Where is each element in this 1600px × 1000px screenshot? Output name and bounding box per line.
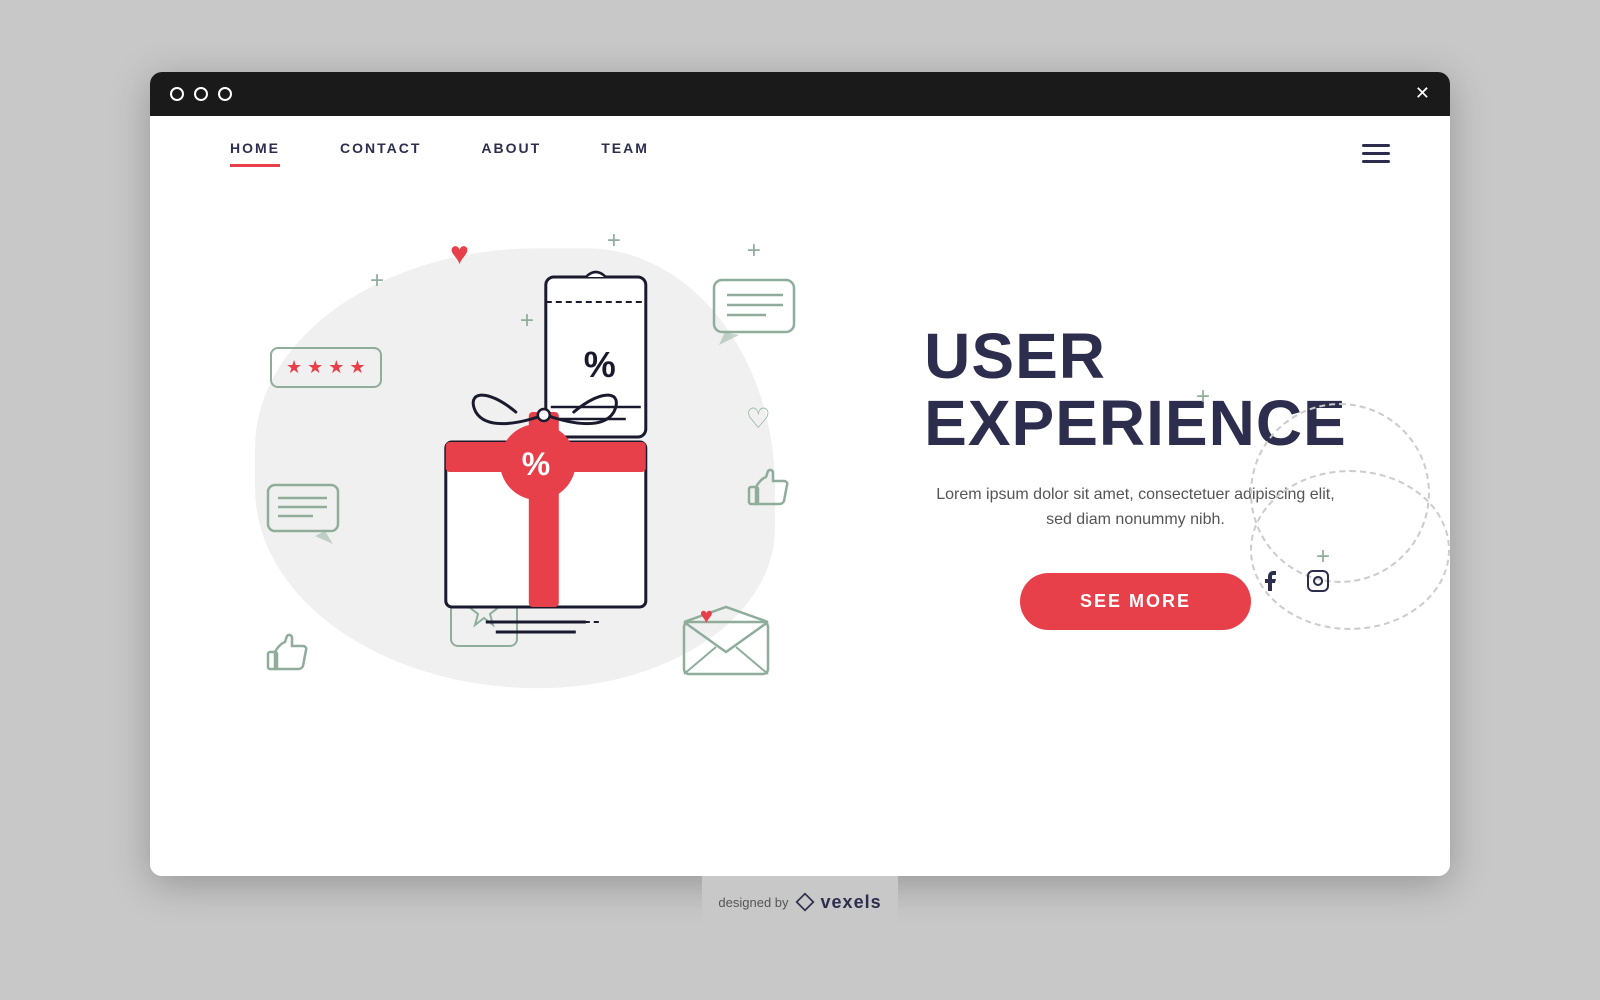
star-2: ★ (307, 357, 323, 378)
nav-about[interactable]: ABOUT (481, 140, 541, 167)
plus-icon-3: + (607, 227, 621, 255)
svg-text:%: % (522, 446, 550, 482)
chat-bubble-left (265, 482, 345, 552)
dashed-circle-bottom (1250, 470, 1450, 630)
hamburger-menu-icon[interactable] (1362, 144, 1390, 163)
main-section: ♥ + + + + + ★ ★ ★ ★ (150, 167, 1450, 807)
hamburger-line-3 (1362, 160, 1390, 163)
hamburger-line-1 (1362, 144, 1390, 147)
plus-icon-5: + (747, 237, 761, 265)
see-more-button[interactable]: SEE MORE (1020, 573, 1251, 630)
close-icon[interactable]: ✕ (1415, 83, 1430, 104)
browser-dot-3 (218, 87, 232, 101)
plus-icon-1: + (370, 267, 384, 295)
thumbs-up-left (265, 632, 310, 687)
facebook-icon[interactable] (1258, 569, 1282, 600)
right-section: + + USER EXPERIENCE Lorem ipsum dolor si… (821, 323, 1390, 630)
nav-contact[interactable]: CONTACT (340, 140, 421, 167)
browser-dot-2 (194, 87, 208, 101)
nav-team[interactable]: TEAM (601, 140, 649, 167)
star-4: ★ (349, 357, 365, 378)
thumbs-up-right (746, 467, 791, 522)
gift-illustration: % % (386, 267, 726, 647)
plus-icon-right-2: + (1316, 543, 1330, 571)
hamburger-line-2 (1362, 152, 1390, 155)
page-content: HOME CONTACT ABOUT TEAM ♥ + + (150, 116, 1450, 876)
footer: designed by vexels (702, 876, 897, 929)
nav-home[interactable]: HOME (230, 140, 280, 167)
browser-dots (170, 87, 232, 101)
nav-links: HOME CONTACT ABOUT TEAM (230, 140, 649, 167)
browser-titlebar: ✕ (150, 72, 1450, 116)
plus-icon-right-1: + (1196, 383, 1210, 411)
footer-designed-by: designed by (718, 895, 788, 910)
star-1: ★ (286, 357, 302, 378)
vexels-brand: vexels (821, 892, 882, 913)
navbar: HOME CONTACT ABOUT TEAM (150, 116, 1450, 167)
star-rating-box: ★ ★ ★ ★ (270, 347, 382, 388)
browser-dot-1 (170, 87, 184, 101)
instagram-icon[interactable] (1306, 569, 1330, 600)
browser-window: ✕ HOME CONTACT ABOUT TEAM (150, 72, 1450, 876)
heart-like-icon: ♡ (746, 402, 771, 435)
svg-text:%: % (584, 344, 616, 385)
social-icons (1258, 569, 1330, 600)
illustration-section: ♥ + + + + + ★ ★ ★ ★ (210, 187, 821, 767)
vexels-diamond-icon (795, 892, 815, 912)
star-3: ★ (328, 357, 344, 378)
